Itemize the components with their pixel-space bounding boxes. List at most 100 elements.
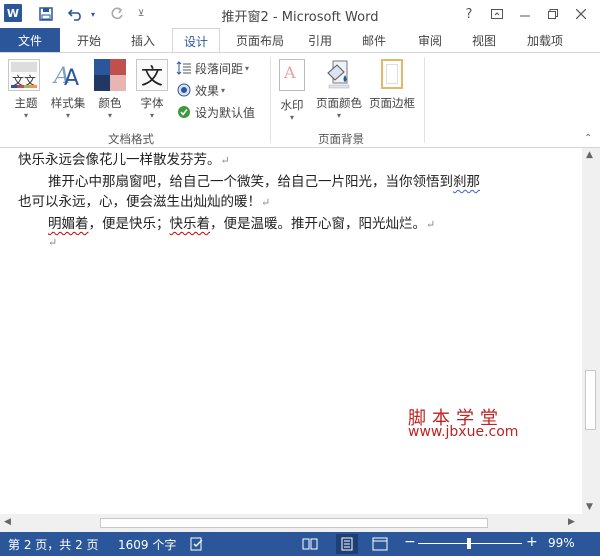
read-mode-icon[interactable] — [302, 537, 318, 554]
zoom-out-button[interactable]: − — [404, 534, 416, 550]
page-borders-icon — [381, 59, 403, 89]
document-line: 也可以永远，心，便会滋生出灿灿的暖！↵ — [18, 190, 270, 210]
colors-button[interactable]: 颜色 ▾ — [92, 59, 128, 120]
tab-mailings[interactable]: 邮件 — [354, 28, 394, 52]
fonts-dropdown-icon: ▾ — [149, 111, 154, 120]
scroll-left-icon[interactable]: ◀ — [4, 517, 11, 527]
effects-button[interactable]: 效果 ▾ — [176, 81, 260, 99]
minimize-button[interactable] — [512, 2, 538, 26]
scroll-down-icon[interactable]: ▼ — [586, 502, 593, 512]
web-layout-icon[interactable] — [372, 537, 388, 554]
paragraph-spacing-label: 段落间距 — [195, 61, 244, 76]
scroll-corner — [582, 514, 600, 532]
style-set-icon: AA — [52, 59, 84, 91]
zoom-in-button[interactable]: + — [526, 534, 538, 550]
grammar-flagged-text: 刹那 — [453, 174, 480, 190]
colors-icon — [94, 59, 126, 91]
text-run: ，便是快乐； — [88, 216, 170, 232]
restore-button[interactable] — [540, 2, 566, 26]
watermark-label: 水印 — [280, 98, 304, 112]
style-set-button[interactable]: AA 样式集 ▾ — [48, 59, 88, 120]
theme-icon: 文文 — [8, 59, 40, 91]
colors-label: 颜色 — [98, 96, 122, 110]
tab-references[interactable]: 引用 — [300, 28, 340, 52]
page-color-dropdown-icon: ▾ — [336, 111, 341, 120]
vertical-scrollbar[interactable]: ▲ ▼ — [582, 148, 600, 514]
page-color-label: 页面颜色 — [316, 96, 362, 110]
paragraph-spacing-button[interactable]: 段落间距 ▾ — [176, 59, 260, 77]
close-button[interactable] — [568, 2, 594, 26]
help-button[interactable]: ? — [456, 2, 482, 26]
tab-review[interactable]: 审阅 — [410, 28, 450, 52]
set-as-default-button[interactable]: 设为默认值 — [176, 103, 260, 121]
fonts-button[interactable]: 文 字体 ▾ — [134, 59, 170, 120]
colors-dropdown-icon: ▾ — [107, 111, 112, 120]
effects-label: 效果 — [195, 83, 220, 98]
watermark-icon: A — [279, 59, 305, 91]
scroll-up-icon[interactable]: ▲ — [586, 150, 593, 160]
vertical-scroll-thumb[interactable] — [585, 370, 596, 430]
text-run: 快乐永远会像花儿一样散发芬芳。 — [18, 152, 221, 168]
watermark-dropdown-icon: ▾ — [289, 113, 294, 122]
zoom-level[interactable]: 99% — [548, 536, 575, 550]
document-line: 快乐永远会像花儿一样散发芬芳。↵ — [18, 148, 230, 168]
tab-file[interactable]: 文件 — [0, 28, 60, 52]
document-line: ↵ — [48, 234, 57, 250]
text-run: 也可以永远，心，便会滋生出灿灿的暖！ — [18, 194, 261, 210]
page-count-status[interactable]: 第 2 页，共 2 页 — [8, 536, 99, 553]
style-set-label: 样式集 — [50, 96, 86, 110]
paragraph-mark: ↵ — [426, 218, 436, 231]
spelling-flagged-text: 快乐着 — [169, 216, 211, 232]
title-bar: W ▾ ⊻ 推开窗2 - Microsoft Word ? — [0, 0, 600, 28]
fonts-icon: 文 — [136, 59, 168, 91]
ribbon-group-separator — [270, 57, 271, 143]
fonts-label: 字体 — [140, 96, 164, 110]
paragraph-mark: ↵ — [261, 196, 271, 209]
spelling-flagged-text: 明媚着 — [48, 216, 89, 232]
page-color-icon — [325, 59, 353, 89]
theme-button[interactable]: 文文 主题 ▾ — [8, 59, 44, 120]
effects-icon — [177, 83, 191, 97]
document-area[interactable]: 快乐永远会像花儿一样散发芬芳。↵ 推开心中那扇窗吧，给自己一个微笑，给自己一片阳… — [0, 148, 582, 514]
proofing-icon[interactable] — [190, 537, 204, 554]
page-borders-label: 页面边框 — [369, 96, 415, 110]
theme-label: 主题 — [14, 96, 38, 110]
watermark-button[interactable]: A 水印 ▾ — [276, 59, 308, 122]
theme-dropdown-icon: ▾ — [23, 111, 28, 120]
word-count-status[interactable]: 1609 个字 — [118, 536, 176, 553]
text-run: 推开心中那扇窗吧，给自己一个微笑，给自己一片阳光，当你领悟到 — [48, 174, 453, 190]
text-run: ，便是温暖。推开心窗，阳光灿烂。 — [210, 216, 426, 232]
ribbon-design: 文文 主题 ▾ AA 样式集 ▾ 颜色 ▾ 文 字体 ▾ 段落间距 ▾ 效果 ▾… — [0, 52, 600, 148]
tab-design[interactable]: 设计 — [172, 28, 220, 54]
window-title: 推开窗2 - Microsoft Word — [221, 10, 379, 25]
document-line: 明媚着，便是快乐；快乐着，便是温暖。推开心窗，阳光灿烂。↵ — [48, 212, 435, 232]
status-bar: 第 2 页，共 2 页 1609 个字 − + 99% — [0, 532, 600, 556]
tab-addins[interactable]: 加载项 — [518, 28, 572, 52]
checkmark-icon — [178, 106, 190, 118]
tab-insert[interactable]: 插入 — [118, 28, 168, 52]
tab-page-layout[interactable]: 页面布局 — [226, 28, 294, 52]
page-color-button[interactable]: 页面颜色 ▾ — [314, 59, 364, 120]
site-watermark-url: www.jbxue.com — [408, 424, 519, 440]
style-set-dropdown-icon: ▾ — [65, 111, 70, 120]
ribbon-group-separator — [424, 57, 425, 143]
group-label-page-background: 页面背景 — [318, 132, 364, 146]
collapse-ribbon-icon[interactable]: ⌃ — [584, 133, 592, 144]
scroll-right-icon[interactable]: ▶ — [568, 517, 575, 527]
group-label-document-formatting: 文档格式 — [108, 132, 154, 146]
horizontal-scroll-thumb[interactable] — [100, 518, 488, 528]
paragraph-spacing-dropdown-icon: ▾ — [245, 63, 250, 73]
effects-dropdown-icon: ▾ — [221, 85, 226, 95]
tab-view[interactable]: 视图 — [464, 28, 504, 52]
svg-text:A: A — [64, 66, 79, 91]
paragraph-spacing-icon — [176, 61, 191, 75]
set-as-default-label: 设为默认值 — [195, 105, 256, 120]
print-layout-icon[interactable] — [336, 534, 358, 554]
document-line: 推开心中那扇窗吧，给自己一个微笑，给自己一片阳光，当你领悟到刹那 — [48, 170, 480, 190]
ribbon-display-options-button[interactable] — [484, 2, 510, 26]
ribbon-tab-row: 文件 开始 插入 设计 页面布局 引用 邮件 审阅 视图 加载项 — [0, 28, 600, 54]
zoom-slider-thumb[interactable] — [467, 538, 471, 549]
tab-home[interactable]: 开始 — [64, 28, 114, 52]
paragraph-mark: ↵ — [220, 154, 230, 167]
page-borders-button[interactable]: 页面边框 — [366, 59, 418, 111]
